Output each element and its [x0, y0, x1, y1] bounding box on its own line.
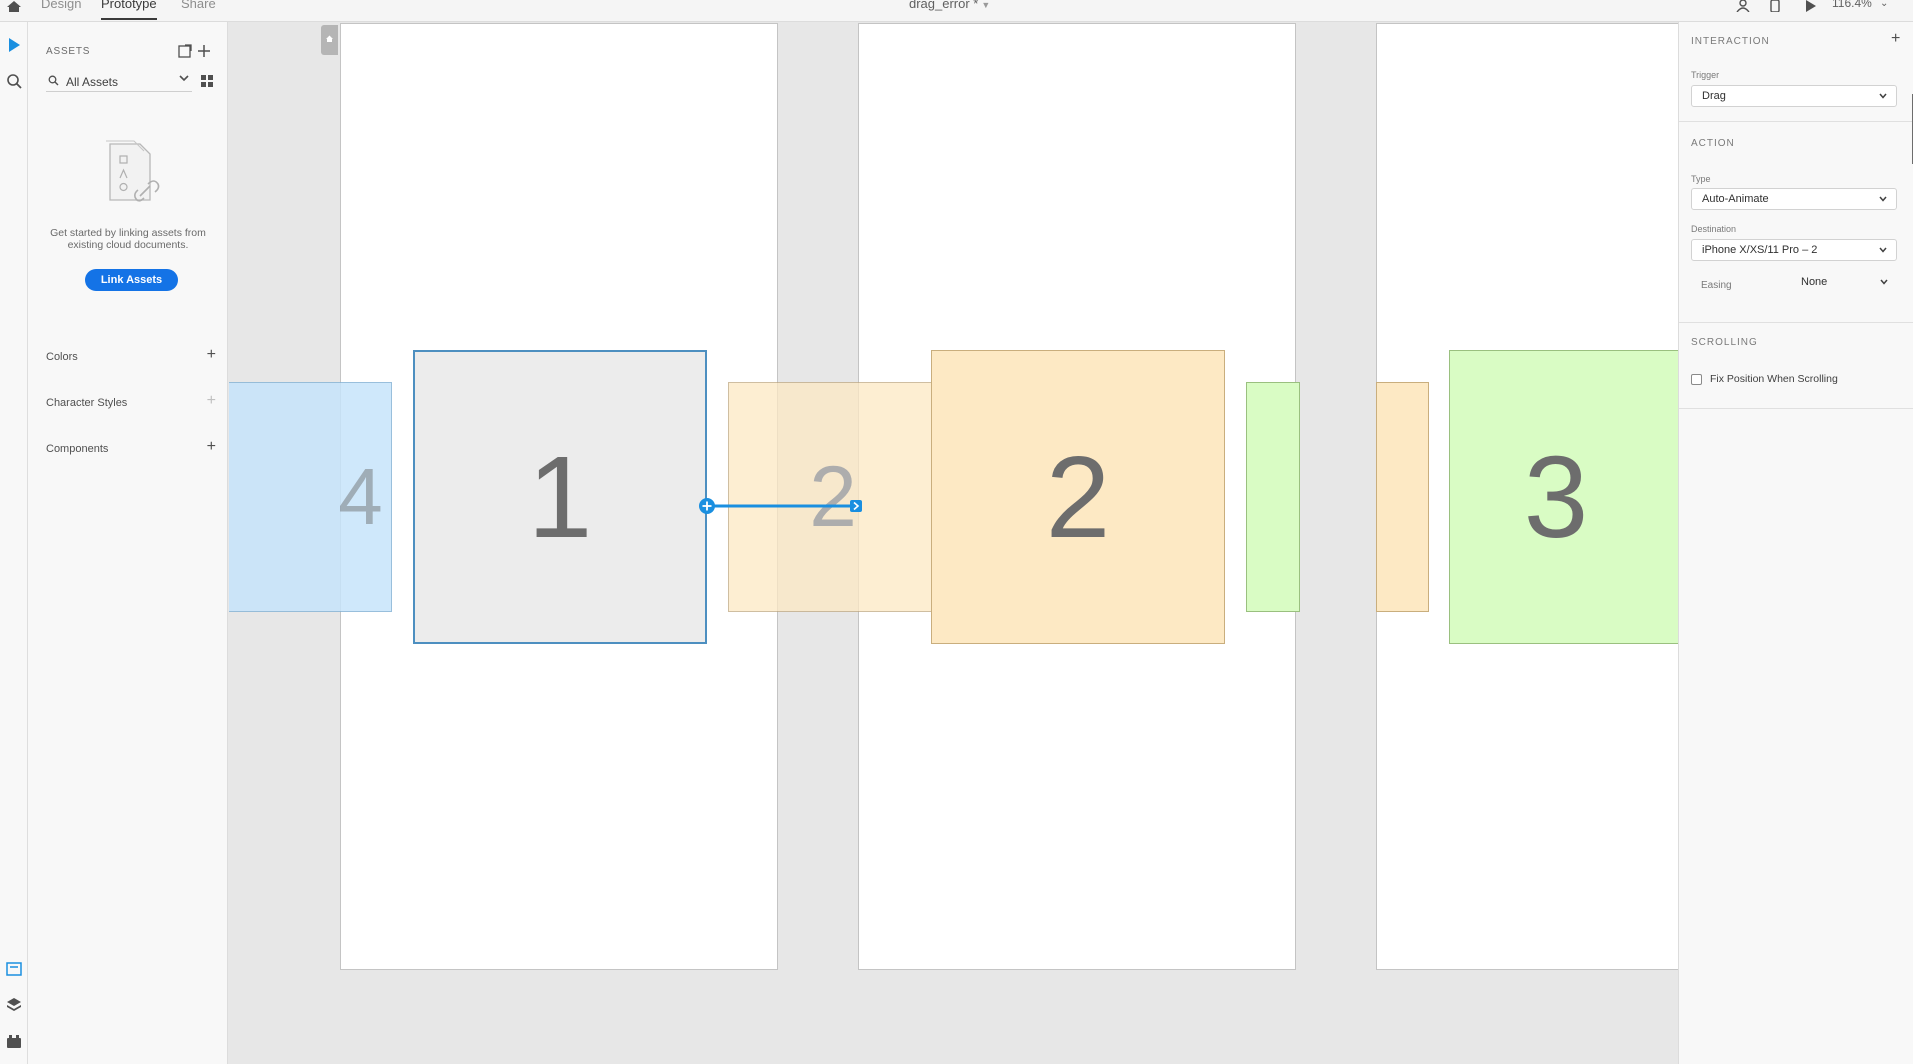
card-4[interactable]: 4 [229, 382, 392, 612]
wire-origin-handle-icon[interactable] [698, 497, 716, 515]
open-libraries-icon[interactable] [178, 44, 192, 58]
card-3-label: 3 [1523, 432, 1589, 562]
interaction-heading: INTERACTION [1691, 36, 1770, 47]
add-color-icon[interactable]: + [207, 346, 216, 364]
divider [1679, 322, 1913, 323]
select-arrow-icon[interactable] [5, 36, 23, 54]
card-4-label: 4 [338, 452, 383, 541]
zoom-level[interactable]: 116.4% [1832, 0, 1872, 10]
section-character-styles-label: Character Styles [46, 397, 128, 409]
document-title[interactable]: drag_error * ▼ [909, 0, 990, 11]
fix-position-label[interactable]: Fix Position When Scrolling [1710, 373, 1838, 385]
type-label: Type [1691, 174, 1711, 184]
card-3[interactable]: 3 [1449, 350, 1678, 644]
trigger-value: Drag [1702, 90, 1726, 102]
document-title-text: drag_error * [909, 0, 979, 11]
section-colors[interactable]: Colors + [46, 346, 216, 367]
tab-share[interactable]: Share [181, 0, 216, 11]
destination-dropdown[interactable]: iPhone X/XS/11 Pro – 2 [1691, 239, 1897, 261]
add-component-icon[interactable]: + [207, 438, 216, 456]
user-icon[interactable] [1735, 0, 1751, 12]
card-1-label: 1 [527, 432, 593, 562]
add-interaction-icon[interactable]: + [1891, 30, 1900, 48]
tool-rail [0, 22, 28, 1064]
trigger-label: Trigger [1691, 70, 1720, 80]
home-icon [326, 35, 333, 42]
divider [1679, 121, 1913, 122]
trigger-dropdown[interactable]: Drag [1691, 85, 1897, 107]
prototype-wire[interactable] [689, 496, 869, 516]
asset-filter-value: All Assets [66, 75, 119, 89]
card-2-label: 2 [1045, 432, 1111, 562]
section-character-styles[interactable]: Character Styles + [46, 392, 216, 413]
easing-label: Easing [1701, 280, 1732, 291]
grid-view-icon[interactable] [201, 75, 213, 87]
chevron-down-icon [179, 75, 189, 82]
top-bar: Design Prototype Share drag_error * ▼ 116… [0, 0, 1913, 22]
linked-document-illustration-icon [106, 140, 160, 202]
card-1-selected[interactable]: 1 [413, 350, 707, 644]
divider [1679, 408, 1913, 409]
destination-label: Destination [1691, 224, 1737, 234]
artboard-icon[interactable] [5, 960, 23, 978]
chevron-down-icon [1879, 93, 1887, 99]
section-components-label: Components [46, 443, 109, 455]
device-preview-icon[interactable] [1767, 0, 1783, 12]
easing-dropdown[interactable]: None [1791, 272, 1897, 294]
action-heading: ACTION [1691, 138, 1735, 149]
assets-title: ASSETS [46, 46, 91, 57]
chevron-down-icon[interactable]: ⌄ [1880, 0, 1888, 9]
fix-position-checkbox[interactable] [1691, 374, 1702, 385]
chevron-down-icon [1880, 279, 1888, 285]
plugins-icon[interactable] [5, 1032, 23, 1050]
action-type-value: Auto-Animate [1702, 193, 1769, 205]
scrolling-heading: SCROLLING [1691, 337, 1758, 348]
asset-filter-dropdown[interactable]: All Assets [46, 70, 192, 92]
chevron-down-icon [1879, 196, 1887, 202]
card-2[interactable]: 2 [931, 350, 1225, 644]
chevron-down-icon: ▼ [981, 0, 991, 10]
zoom-search-icon[interactable] [5, 72, 23, 90]
section-components[interactable]: Components + [46, 438, 216, 459]
add-character-style-icon: + [206, 392, 216, 409]
section-colors-label: Colors [46, 351, 78, 363]
add-icon[interactable] [197, 44, 211, 58]
action-type-dropdown[interactable]: Auto-Animate [1691, 188, 1897, 210]
home-icon[interactable] [6, 0, 22, 12]
tab-design[interactable]: Design [41, 0, 81, 11]
destination-value: iPhone X/XS/11 Pro – 2 [1702, 244, 1818, 256]
interaction-inspector: INTERACTION + Trigger Drag ACTION Type A… [1678, 22, 1913, 1064]
empty-state-text: Get started by linking assets from exist… [50, 227, 206, 251]
easing-value: None [1801, 276, 1828, 288]
tab-prototype[interactable]: Prototype [101, 0, 157, 20]
play-icon[interactable] [1802, 0, 1818, 12]
canvas[interactable]: 4 1 2 2 3 [229, 22, 1678, 1064]
card-2-peek[interactable] [1376, 382, 1429, 612]
wire-target-arrow-icon[interactable] [849, 499, 863, 513]
chevron-down-icon [1879, 247, 1887, 253]
link-assets-button[interactable]: Link Assets [85, 269, 178, 291]
search-icon [48, 75, 59, 86]
home-artboard-marker[interactable] [321, 25, 338, 55]
card-3-peek[interactable] [1246, 382, 1300, 612]
layers-icon[interactable] [5, 996, 23, 1014]
assets-panel: ASSETS All Assets Get started by linking… [28, 22, 228, 1064]
